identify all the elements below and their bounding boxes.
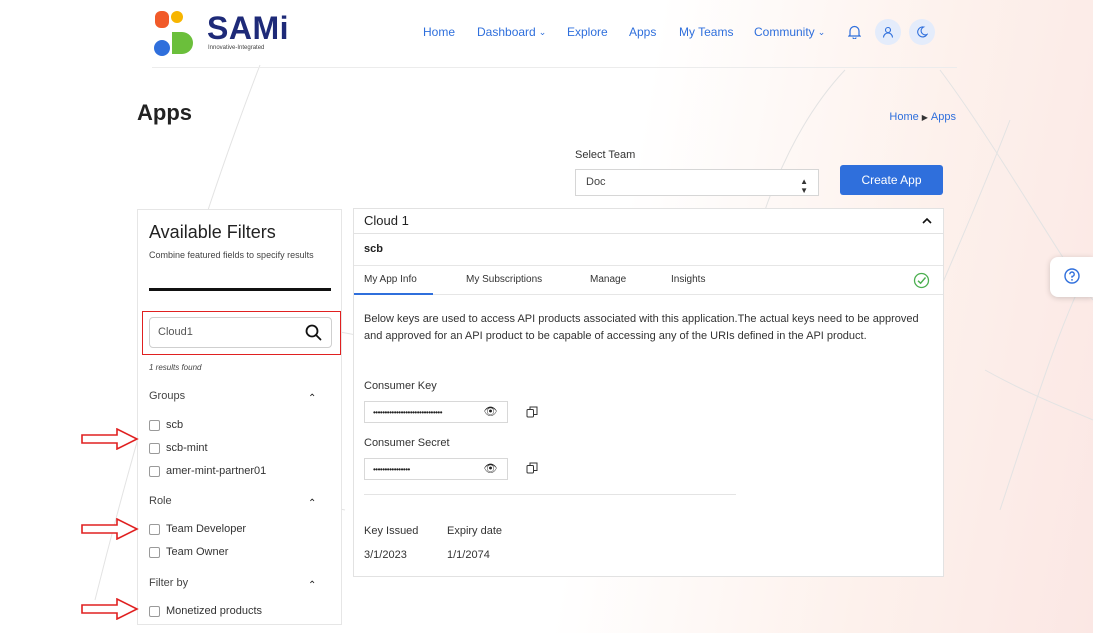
groups-heading: Groups	[149, 390, 186, 402]
breadcrumb-separator-icon: ▶	[921, 113, 928, 122]
checkbox[interactable]	[149, 465, 160, 477]
chevron-up-icon[interactable]: ⌃	[308, 393, 316, 404]
sami-logo[interactable]: SAMi Innovative-Integrated	[152, 8, 292, 58]
app-name: Cloud 1	[364, 213, 409, 228]
consumer-key-value: ••••••••••••••••••••••••••••••	[373, 408, 443, 417]
chevron-down-icon: ⌄	[817, 26, 826, 37]
expiry-date-label: Expiry date	[447, 525, 503, 537]
annotation-arrow-icon	[81, 518, 139, 540]
results-count: 1 results found	[149, 363, 202, 372]
copy-icon[interactable]	[526, 406, 538, 418]
checkbox[interactable]	[149, 546, 160, 558]
nav-home[interactable]: Home	[423, 25, 455, 39]
eye-icon[interactable]: 👁	[484, 462, 498, 475]
checkbox[interactable]	[149, 442, 160, 454]
nav-dashboard[interactable]: Dashboard ⌄	[477, 25, 546, 39]
app-subtitle: scb	[364, 243, 383, 255]
section-divider	[364, 494, 736, 495]
page-title: Apps	[137, 100, 192, 125]
tab-my-app-info[interactable]: My App Info	[364, 274, 417, 285]
key-issued-label: Key Issued	[364, 525, 419, 537]
copy-icon[interactable]	[526, 462, 538, 474]
filters-subtitle: Combine featured fields to specify resul…	[149, 250, 314, 260]
filter-option-amer-mint-partner01[interactable]: amer-mint-partner01	[149, 465, 266, 477]
filters-divider	[149, 288, 331, 291]
eye-icon[interactable]: 👁	[484, 405, 498, 418]
keys-description: Below keys are used to access API produc…	[364, 313, 919, 342]
select-caret-icon: ▲ ▼	[800, 177, 808, 195]
search-icon[interactable]	[305, 324, 322, 341]
select-team-label: Select Team	[575, 149, 636, 161]
chevron-down-icon: ⌄	[538, 26, 547, 37]
header-divider	[152, 67, 957, 68]
help-icon	[1064, 268, 1080, 284]
filter-option-scb[interactable]: scb	[149, 419, 183, 431]
annotation-arrow-icon	[81, 428, 139, 450]
consumer-key-label: Consumer Key	[364, 380, 437, 392]
nav-label: My Teams	[679, 25, 734, 39]
option-label: amer-mint-partner01	[166, 465, 267, 477]
filter-by-heading: Filter by	[149, 577, 189, 589]
search-value: Cloud1	[158, 326, 193, 338]
help-button[interactable]	[1050, 257, 1093, 297]
app-accordion-header[interactable]: Cloud 1	[353, 208, 944, 234]
nav-my-teams[interactable]: My Teams	[679, 25, 733, 39]
filter-option-scb-mint[interactable]: scb-mint	[149, 442, 208, 454]
tab-my-subscriptions[interactable]: My Subscriptions	[466, 274, 542, 285]
chevron-up-icon[interactable]: ⌃	[308, 580, 316, 591]
filter-option-team-developer[interactable]: Team Developer	[149, 523, 246, 535]
chevron-up-icon[interactable]: ⌃	[308, 498, 316, 509]
option-label: Team Developer	[166, 523, 247, 535]
filters-title: Available Filters	[149, 222, 276, 242]
annotation-arrow-icon	[81, 598, 139, 620]
nav-label: Explore	[567, 25, 608, 39]
filter-search-input[interactable]: Cloud1	[149, 317, 332, 348]
option-label: Monetized products	[166, 605, 262, 617]
check-circle-icon	[913, 272, 930, 289]
key-issued-value: 3/1/2023	[364, 549, 407, 561]
checkbox[interactable]	[149, 419, 160, 431]
team-select[interactable]: Doc ▲ ▼	[575, 169, 819, 196]
checkbox[interactable]	[149, 523, 160, 535]
checkbox[interactable]	[149, 605, 160, 617]
app-tabs: My App Info My Subscriptions Manage Insi…	[354, 265, 943, 295]
consumer-key-field[interactable]: •••••••••••••••••••••••••••••• 👁	[364, 401, 508, 423]
nav-label: Dashboard	[477, 25, 536, 39]
breadcrumb: Home ▶ Apps	[889, 111, 956, 123]
option-label: scb	[166, 419, 184, 431]
breadcrumb-apps[interactable]: Apps	[931, 111, 956, 123]
logo-mark-icon	[154, 11, 193, 56]
option-label: scb-mint	[166, 442, 208, 454]
team-select-value: Doc	[586, 176, 606, 188]
nav-community[interactable]: Community ⌄	[754, 25, 825, 39]
filter-option-monetized-products[interactable]: Monetized products	[149, 605, 262, 617]
moon-icon[interactable]	[909, 19, 935, 45]
active-tab-indicator	[354, 293, 433, 295]
tab-insights[interactable]: Insights	[671, 274, 705, 285]
chevron-up-icon[interactable]	[921, 215, 933, 227]
consumer-secret-label: Consumer Secret	[364, 437, 450, 449]
bell-icon[interactable]	[841, 19, 867, 45]
nav-apps[interactable]: Apps	[629, 25, 656, 39]
role-heading: Role	[149, 495, 172, 507]
consumer-secret-field[interactable]: •••••••••••••••• 👁	[364, 458, 508, 480]
nav-explore[interactable]: Explore	[567, 25, 608, 39]
create-app-button[interactable]: Create App	[840, 165, 943, 195]
nav-label: Community	[754, 25, 815, 39]
tab-manage[interactable]: Manage	[590, 274, 626, 285]
nav-label: Apps	[629, 25, 657, 39]
filters-panel: Available Filters Combine featured field…	[137, 209, 342, 625]
brand-tagline: Innovative-Integrated	[208, 45, 265, 51]
brand-name: SAMi	[207, 10, 289, 46]
expiry-date-value: 1/1/2074	[447, 549, 490, 561]
breadcrumb-home[interactable]: Home	[889, 111, 918, 123]
option-label: Team Owner	[166, 546, 229, 558]
consumer-secret-value: ••••••••••••••••	[373, 465, 410, 474]
app-details: scb My App Info My Subscriptions Manage …	[353, 234, 944, 577]
nav-label: Home	[423, 25, 456, 39]
filter-option-team-owner[interactable]: Team Owner	[149, 546, 228, 558]
user-icon[interactable]	[875, 19, 901, 45]
